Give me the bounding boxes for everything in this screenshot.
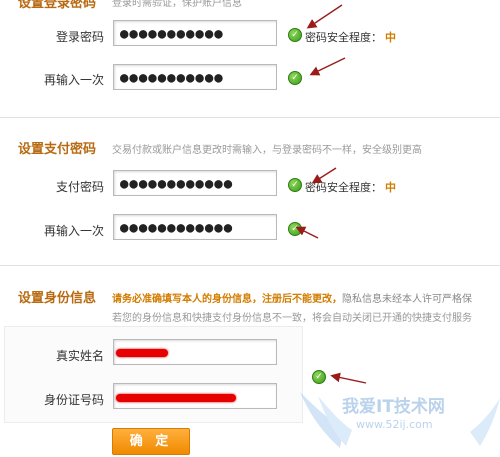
watermark-title: 我爱IT技术网	[342, 397, 445, 417]
annotation-arrow	[306, 4, 343, 29]
watermark-url: www.52ij.com	[356, 418, 433, 431]
annotation-arrow	[309, 57, 346, 76]
annotation-arrow	[330, 372, 367, 384]
annotation-arrow	[295, 226, 319, 239]
annotation-overlay	[295, 4, 367, 384]
watermark: 我爱IT技术网 www.52ij.com	[300, 388, 500, 453]
annotation-arrow	[311, 167, 337, 184]
